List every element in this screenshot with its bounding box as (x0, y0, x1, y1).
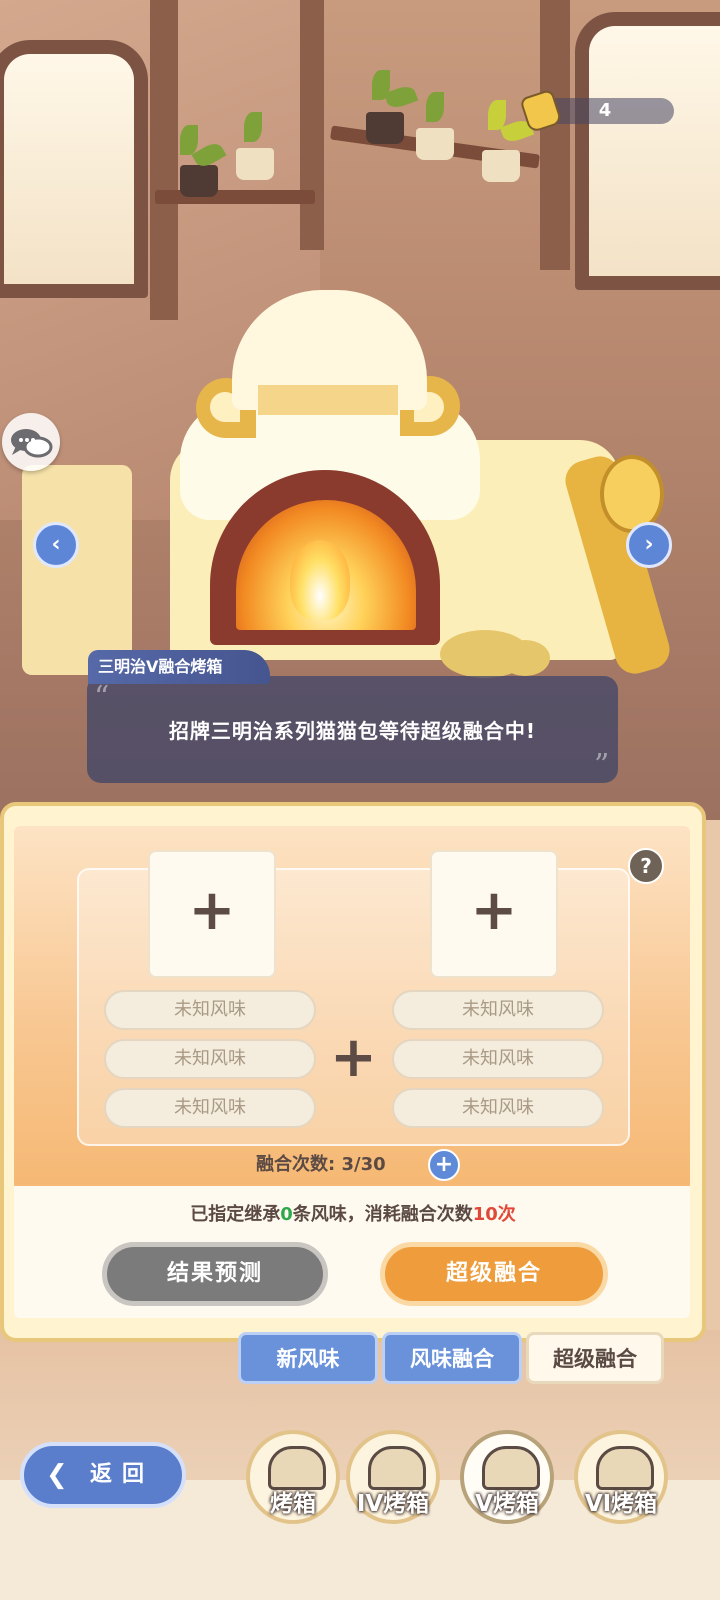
fusion-count-value: 3/30 (341, 1154, 386, 1175)
oven-tab-label: VI烤箱 (584, 1491, 658, 1517)
tab-flavor-fusion[interactable]: 风味融合 (382, 1332, 522, 1384)
flame (290, 540, 350, 620)
close-quote-icon: ” (594, 748, 610, 783)
plant-pot (180, 165, 218, 197)
left-bread-slot[interactable]: + (148, 850, 276, 978)
inherit-info-prefix: 已指定继承 (190, 1204, 281, 1225)
chevron-right-icon: › (644, 532, 654, 557)
plant-pot (366, 112, 404, 144)
next-oven-button[interactable]: › (626, 522, 672, 568)
fusion-cost: 10次 (472, 1204, 516, 1225)
inherit-count: 0 (280, 1204, 293, 1225)
oven-message: 招牌三明治系列猫猫包等待超级融合中! (168, 719, 537, 743)
right-flavor-3[interactable]: 未知风味 (392, 1088, 604, 1128)
plant-pot (416, 128, 454, 160)
inherit-info-middle: 条风味，消耗融合次数 (292, 1204, 473, 1225)
tab-new-flavor[interactable]: 新风味 (238, 1332, 378, 1384)
back-button[interactable]: ❮ 返回 (20, 1442, 186, 1508)
spoon-prop-head (600, 455, 664, 533)
inherit-info: 已指定继承0条风味，消耗融合次数10次 (0, 1200, 706, 1226)
chevron-left-icon: ‹ (51, 532, 61, 557)
wood-beam (540, 0, 570, 270)
mixer-prop (22, 465, 132, 675)
oven-tab-prev[interactable]: 烤箱 (246, 1430, 340, 1524)
left-window (0, 40, 148, 298)
left-flavor-2[interactable]: 未知风味 (104, 1039, 316, 1079)
help-button[interactable]: ? (628, 848, 664, 884)
oven-name: 三明治V融合烤箱 (88, 650, 270, 684)
wood-beam (300, 0, 324, 250)
tab-super-fusion[interactable]: 超级融合 (526, 1332, 664, 1384)
left-flavor-3[interactable]: 未知风味 (104, 1088, 316, 1128)
currency-count: 4 (598, 100, 612, 121)
oven-tab-label: 烤箱 (270, 1491, 316, 1517)
right-bread-slot[interactable]: + (430, 850, 558, 978)
oven-tab-label: V烤箱 (475, 1491, 539, 1517)
chef-hat-band (258, 385, 398, 415)
plant-leaf (244, 112, 262, 142)
right-flavor-2[interactable]: 未知风味 (392, 1039, 604, 1079)
right-flavor-1[interactable]: 未知风味 (392, 990, 604, 1030)
back-arrow-icon: ❮ (46, 1460, 68, 1490)
oven-tab-iv[interactable]: IV烤箱 (346, 1430, 440, 1524)
plant-pot (482, 150, 520, 182)
fusion-count-label: 融合次数: (256, 1154, 336, 1175)
right-window (575, 12, 720, 290)
prev-oven-button[interactable]: ‹ (33, 522, 79, 568)
wall-shelf (155, 190, 315, 204)
fusion-count: 融合次数: 3/30 (256, 1150, 386, 1176)
back-label: 返回 (90, 1462, 155, 1487)
chat-bubbles-icon (11, 429, 53, 458)
oven-tab-label: IV烤箱 (356, 1491, 430, 1517)
fusion-plus-sign: + (330, 1025, 377, 1090)
left-flavor-1[interactable]: 未知风味 (104, 990, 316, 1030)
plant-pot (236, 148, 274, 180)
oven-tab-v[interactable]: V烤箱 (460, 1430, 554, 1524)
wood-beam (150, 0, 178, 320)
super-fusion-button[interactable]: 超级融合 (380, 1242, 608, 1306)
oven-tab-vi[interactable]: VI烤箱 (574, 1430, 668, 1524)
chat-button[interactable] (2, 413, 60, 471)
add-fusion-count-button[interactable]: + (428, 1149, 460, 1181)
plant-leaf (426, 92, 444, 122)
plant-leaf (180, 125, 198, 155)
open-quote-icon: “ (94, 680, 110, 715)
predict-result-button[interactable]: 结果预测 (102, 1242, 328, 1306)
bread-bun (500, 640, 550, 676)
